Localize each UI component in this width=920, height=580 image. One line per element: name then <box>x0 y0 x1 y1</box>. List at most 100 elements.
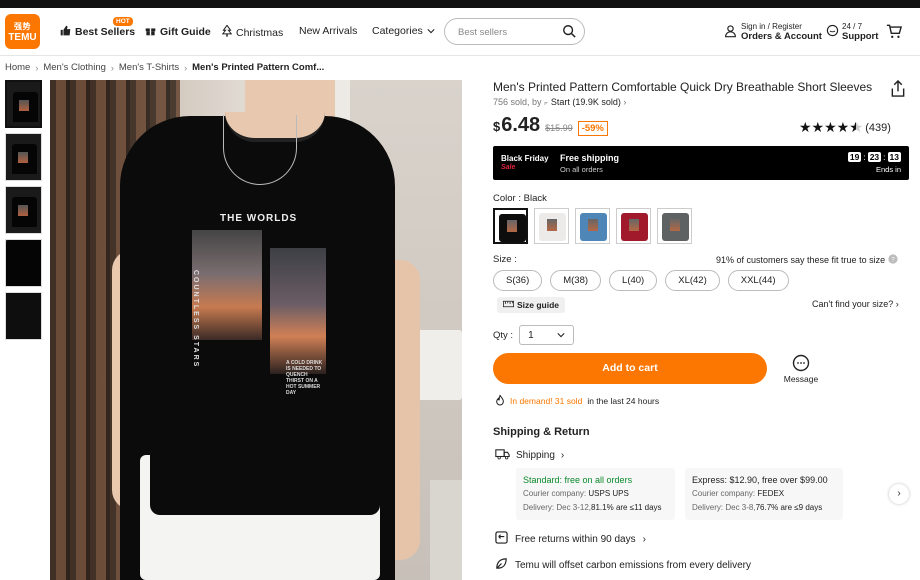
message-button[interactable]: Message <box>780 354 822 384</box>
quantity-dropdown[interactable]: 1 <box>519 325 575 345</box>
free-returns-link[interactable]: Free returns within 90 days › <box>495 531 646 547</box>
product-main-image[interactable]: THE WORLDS COUNTLESS STARS A COLD DRINK … <box>50 80 462 580</box>
promo-banner: Black Friday Sale Free shipping On all o… <box>493 146 909 180</box>
fit-note: 91% of customers say these fit true to s… <box>716 254 898 266</box>
logo-text-top: 强势 <box>14 22 31 31</box>
thumbnail-image[interactable] <box>5 133 42 181</box>
search-input[interactable]: Best sellers <box>444 18 585 45</box>
demand-highlight: In demand! 31 sold <box>510 396 583 406</box>
swatch-white[interactable] <box>534 208 569 244</box>
demand-rest: in the last 24 hours <box>587 396 660 406</box>
breadcrumb-current: Men's Printed Pattern Comf... <box>192 62 325 73</box>
chevron-right-icon: › <box>184 62 188 73</box>
chevron-down-icon <box>557 330 565 341</box>
nav-label: Christmas <box>236 26 284 39</box>
quantity-selector: Qty : 1 <box>493 325 575 345</box>
breadcrumb-home[interactable]: Home <box>5 62 30 73</box>
breadcrumb-mens-tshirts[interactable]: Men's T-Shirts <box>119 62 179 73</box>
event-line1: Black Friday <box>501 154 549 163</box>
share-icon[interactable] <box>890 79 906 100</box>
color-swatches <box>493 208 692 244</box>
express-shipping-card: Express: $12.90, free over $99.00 Courie… <box>685 468 843 520</box>
breadcrumb-mens-clothing[interactable]: Men's Clothing <box>43 62 106 73</box>
flame-icon <box>495 394 505 408</box>
hot-badge: HOT <box>113 17 133 26</box>
message-icon <box>792 354 810 374</box>
nav-label: Best Sellers <box>75 26 136 38</box>
swatch-gray[interactable] <box>657 208 692 244</box>
rating[interactable]: ★★★★★★ (439) <box>799 119 891 136</box>
swatch-red[interactable] <box>616 208 651 244</box>
thumbnail-image[interactable] <box>5 80 42 128</box>
timer-hours: 19 <box>847 152 862 162</box>
shipping-link[interactable]: Shipping › <box>495 448 564 463</box>
print-small-text: A COLD DRINK IS NEEDED TO QUENCH THIRST … <box>286 360 323 396</box>
size-guide-button[interactable]: Size guide <box>497 297 566 313</box>
add-to-cart-button[interactable]: Add to cart <box>493 353 767 384</box>
shipping-label: Shipping <box>516 450 555 461</box>
temu-logo[interactable]: 强势 TEMU <box>5 14 40 49</box>
size-option[interactable]: S(36) <box>493 270 543 291</box>
sold-count: 756 sold, by <box>493 97 542 107</box>
chevron-right-icon: › <box>642 533 646 545</box>
delivery-rate: 81.1% are ≤11 days <box>591 503 662 512</box>
color-label: Color : Black <box>493 193 547 204</box>
nav-categories[interactable]: Categories <box>372 25 435 37</box>
shipping-return-heading: Shipping & Return <box>493 426 590 438</box>
size-option[interactable]: XL(42) <box>665 270 720 291</box>
thumbnail-image[interactable] <box>5 292 42 340</box>
nav-new-arrivals[interactable]: New Arrivals <box>299 25 357 37</box>
nav-label: Gift Guide <box>160 26 211 38</box>
ruler-icon <box>503 300 514 310</box>
chat-icon <box>826 24 839 40</box>
nav-label: New Arrivals <box>299 25 358 37</box>
size-option[interactable]: L(40) <box>609 270 658 291</box>
size-option[interactable]: XXL(44) <box>727 270 789 291</box>
support-link[interactable]: 24 / 7 Support <box>826 22 878 42</box>
nav-best-sellers[interactable]: Best Sellers <box>60 25 135 39</box>
courier-label: Courier company: <box>523 489 587 498</box>
star-rating-icon: ★★★★★★ <box>799 119 864 135</box>
nav-label: Categories <box>372 25 423 37</box>
nav-gift-guide[interactable]: Gift Guide <box>145 25 211 39</box>
size-option[interactable]: M(38) <box>550 270 602 291</box>
courier-names: USPS UPS <box>588 489 629 498</box>
cant-find-size-link[interactable]: Can't find your size? › <box>812 299 899 309</box>
help-icon[interactable]: ? <box>888 254 898 266</box>
standard-shipping-card: Standard: free on all orders Courier com… <box>516 468 675 520</box>
account-line2: Orders & Account <box>741 31 822 42</box>
thumbnail-strip <box>5 80 42 345</box>
chevron-right-icon: › <box>35 62 39 73</box>
thumbs-up-icon <box>60 25 71 39</box>
store-link[interactable]: Start (19.9K sold) <box>551 97 621 107</box>
message-label: Message <box>783 374 819 384</box>
original-price: $15.99 <box>545 123 573 133</box>
sold-info: 756 sold, by ⟔ Start (19.9K sold) › <box>493 97 626 108</box>
qty-value: 1 <box>528 329 534 341</box>
svg-text:?: ? <box>891 257 895 264</box>
search-icon[interactable] <box>562 24 576 41</box>
countdown-timer: 19: 23: 13 <box>847 152 901 162</box>
swatch-blue[interactable] <box>575 208 610 244</box>
swatch-black[interactable] <box>493 208 528 244</box>
next-arrow-button[interactable]: › <box>889 484 909 504</box>
truck-icon <box>495 448 510 463</box>
print-title: THE WORLDS <box>220 213 298 224</box>
delivery-dates: Delivery: Dec 3-12, <box>523 503 592 512</box>
carbon-offset-note: Temu will offset carbon emissions from e… <box>495 557 751 573</box>
shipping-title: Free shipping <box>560 153 620 163</box>
thumbnail-image[interactable] <box>5 239 42 287</box>
nav-christmas[interactable]: Christmas <box>221 24 284 40</box>
cart-icon[interactable] <box>886 24 903 42</box>
user-icon <box>724 24 737 41</box>
qty-label: Qty : <box>493 329 514 341</box>
ends-in-label: Ends in <box>875 165 901 174</box>
gift-icon <box>145 25 156 39</box>
store-icon: ⟔ <box>544 97 549 107</box>
chevron-right-icon: › <box>110 62 114 73</box>
chevron-right-icon: › <box>560 450 565 461</box>
account-link[interactable]: Sign in / Register Orders & Account <box>724 22 822 42</box>
search-placeholder: Best sellers <box>458 27 508 38</box>
thumbnail-image[interactable] <box>5 186 42 234</box>
discount-badge: -59% <box>577 121 608 136</box>
